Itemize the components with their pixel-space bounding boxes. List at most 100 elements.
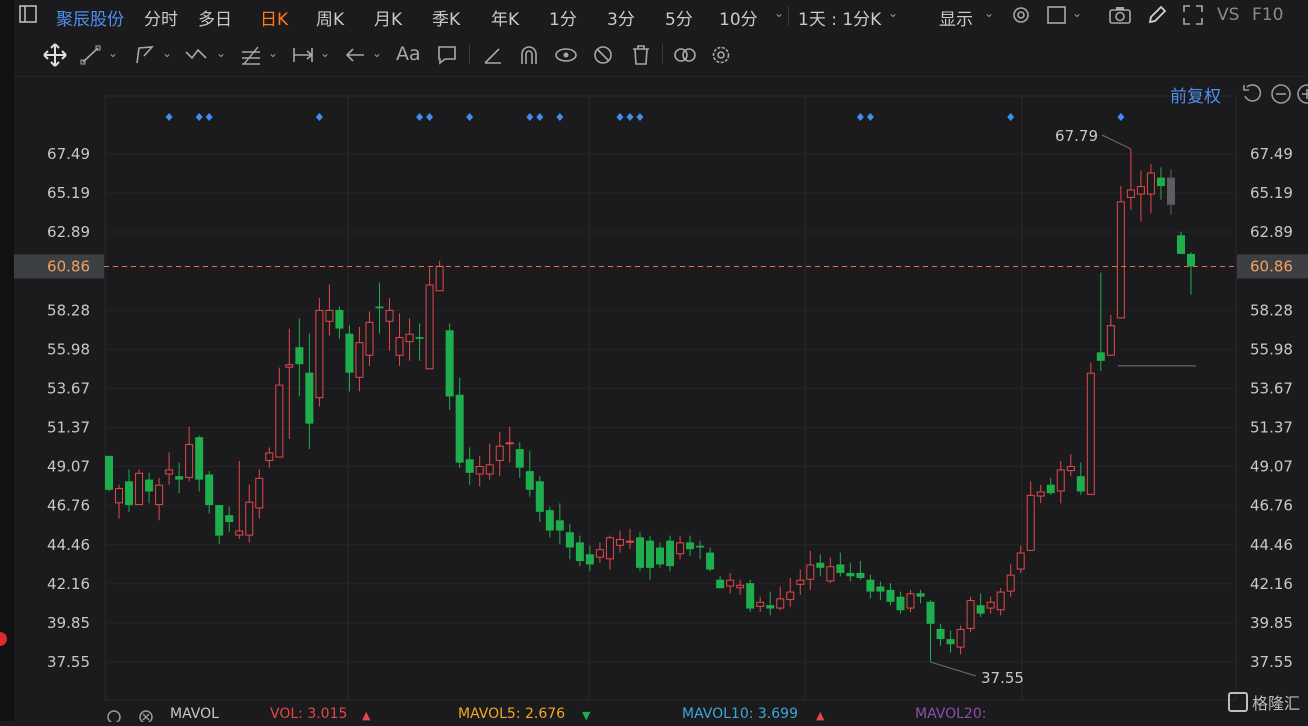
candle-body bbox=[706, 552, 715, 570]
y-tick-label: 53.67 bbox=[1250, 379, 1293, 397]
kline-chart[interactable]: 67.79 37.55 67.49 65.19 62.89 60.86 58.28 55.9… bbox=[0, 0, 1308, 721]
chart-grid bbox=[104, 95, 1237, 701]
event-marker bbox=[165, 113, 173, 121]
candle-body bbox=[826, 566, 835, 582]
event-marker bbox=[1007, 113, 1015, 121]
low-price-label: 37.55 bbox=[981, 669, 1024, 687]
event-marker bbox=[636, 113, 644, 121]
candle-body bbox=[495, 445, 504, 461]
event-marker bbox=[195, 113, 203, 121]
candle-body bbox=[445, 330, 454, 397]
candle-body bbox=[1156, 177, 1165, 187]
arrow-up-icon: ▲ bbox=[816, 709, 825, 722]
y-tick-label: 60.86 bbox=[1250, 257, 1293, 275]
zoom-out-icon[interactable] bbox=[1270, 83, 1292, 109]
y-tick-label: 62.89 bbox=[47, 223, 90, 241]
y-axis-left: 67.49 65.19 62.89 60.86 58.28 55.98 53.67 51.37… bbox=[14, 145, 104, 671]
candle-body bbox=[125, 481, 134, 506]
candle-body bbox=[1136, 186, 1145, 195]
candle-body bbox=[986, 601, 995, 609]
y-tick-label: 51.37 bbox=[1250, 419, 1293, 437]
candle-body bbox=[155, 484, 164, 506]
candle-body bbox=[245, 501, 254, 536]
y-tick-label: 53.67 bbox=[47, 379, 90, 397]
high-leader-line bbox=[1101, 134, 1132, 150]
event-marker bbox=[416, 113, 424, 121]
y-tick-label: 65.19 bbox=[1250, 184, 1293, 202]
candle-body bbox=[846, 572, 855, 577]
candle-body bbox=[736, 584, 745, 589]
candle-body bbox=[525, 471, 534, 490]
candlesticks bbox=[105, 148, 1195, 662]
candle-body bbox=[1176, 235, 1185, 254]
y-tick-label: 46.76 bbox=[47, 497, 90, 515]
candle-body bbox=[1046, 484, 1055, 494]
y-tick-label: 60.86 bbox=[47, 257, 90, 275]
candle-body bbox=[876, 586, 885, 592]
candle-body bbox=[305, 372, 314, 424]
candle-body bbox=[515, 449, 524, 468]
candle-body bbox=[585, 554, 594, 565]
candle-body bbox=[716, 579, 725, 589]
candle-body bbox=[1066, 466, 1075, 472]
candle-body bbox=[656, 547, 665, 565]
candle-body bbox=[976, 605, 985, 614]
candle-body bbox=[235, 530, 244, 536]
candle-body bbox=[185, 443, 194, 478]
undo-icon[interactable] bbox=[1241, 82, 1263, 108]
y-tick-label: 44.46 bbox=[47, 536, 90, 554]
candle-body bbox=[435, 265, 444, 292]
candle-body bbox=[355, 342, 364, 378]
settings-icon[interactable] bbox=[106, 708, 122, 726]
watermark-logo: 格隆汇 bbox=[1228, 690, 1300, 714]
candle-body bbox=[866, 579, 875, 592]
candle-body bbox=[255, 477, 264, 509]
y-tick-label: 62.89 bbox=[1250, 223, 1293, 241]
y-tick-label: 65.19 bbox=[47, 184, 90, 202]
candle-body bbox=[165, 469, 174, 475]
event-marker bbox=[466, 113, 474, 121]
candle-body bbox=[1106, 325, 1115, 356]
candle-body bbox=[625, 540, 634, 543]
y-tick-label: 44.46 bbox=[1250, 536, 1293, 554]
event-marker bbox=[556, 113, 564, 121]
candle-body bbox=[746, 583, 755, 609]
candle-body bbox=[215, 505, 224, 536]
y-tick-label: 51.37 bbox=[47, 419, 90, 437]
y-tick-label: 67.49 bbox=[1250, 145, 1293, 163]
candle-body bbox=[375, 306, 384, 309]
candle-body bbox=[295, 347, 304, 365]
indicator-name[interactable]: MAVOL bbox=[170, 706, 219, 722]
adjust-mode-button[interactable]: 前复权 bbox=[1170, 82, 1221, 107]
candle-body bbox=[686, 542, 695, 550]
arrow-down-icon: ▼ bbox=[582, 709, 591, 722]
candle-body bbox=[946, 639, 955, 645]
event-marker bbox=[856, 113, 864, 121]
candle-body bbox=[996, 591, 1005, 611]
candle-body bbox=[595, 549, 604, 558]
candle-body bbox=[405, 333, 414, 343]
y-tick-label: 46.76 bbox=[1250, 497, 1293, 515]
candle-body bbox=[315, 309, 324, 399]
candle-body bbox=[796, 579, 805, 585]
candle-body bbox=[485, 464, 494, 475]
candle-body bbox=[265, 452, 274, 461]
candle-body bbox=[1076, 476, 1085, 492]
candle-body bbox=[856, 572, 865, 579]
event-marker bbox=[616, 113, 624, 121]
event-marker bbox=[536, 113, 544, 121]
candle-body bbox=[1006, 574, 1015, 592]
close-icon[interactable] bbox=[138, 708, 154, 726]
chart-overlay: 67.79 37.55 bbox=[104, 127, 1237, 687]
candle-body bbox=[545, 510, 554, 531]
candle-body bbox=[635, 537, 644, 568]
zoom-in-icon[interactable] bbox=[1296, 83, 1308, 109]
watermark-text: 格隆汇 bbox=[1252, 694, 1301, 713]
y-tick-label: 58.28 bbox=[1250, 301, 1293, 319]
candle-body bbox=[836, 564, 845, 573]
candle-body bbox=[455, 394, 464, 463]
y-tick-label: 58.28 bbox=[47, 301, 90, 319]
candle-body bbox=[175, 476, 184, 480]
event-marker bbox=[426, 113, 434, 121]
candle-body bbox=[816, 562, 825, 568]
